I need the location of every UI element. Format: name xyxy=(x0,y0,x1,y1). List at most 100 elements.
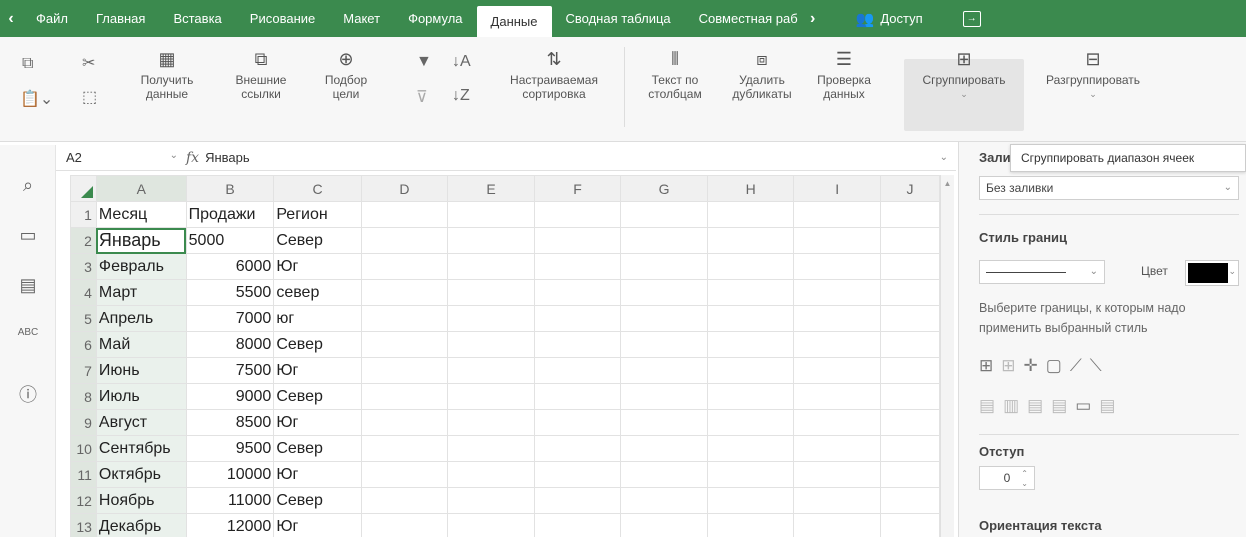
sort-descending-icon[interactable]: ↓Z xyxy=(452,87,470,105)
diagonal-up-icon[interactable]: ⟋ xyxy=(1070,356,1090,375)
cell-c[interactable]: Юг xyxy=(273,409,362,436)
row-header[interactable]: 8 xyxy=(70,383,97,410)
cell-empty[interactable] xyxy=(793,279,881,306)
cell-empty[interactable] xyxy=(793,305,881,332)
cell-a[interactable]: Май xyxy=(95,331,187,358)
custom-sort-button[interactable]: ⇅ Настраиваемая сортировка xyxy=(494,49,614,101)
cell-empty[interactable] xyxy=(706,357,795,384)
cell-c[interactable]: Север xyxy=(273,383,362,410)
cell-empty[interactable] xyxy=(620,253,708,280)
row-header[interactable]: 6 xyxy=(70,331,97,358)
cell-b[interactable]: 6000 xyxy=(185,253,275,280)
cell-empty[interactable] xyxy=(706,513,795,537)
ungroup-button[interactable]: ⊟ Разгруппировать ⌄ xyxy=(1028,49,1158,101)
cell-empty[interactable] xyxy=(533,513,622,537)
cell-empty[interactable] xyxy=(533,253,622,280)
access-button[interactable]: 👥 Доступ xyxy=(856,10,923,28)
cell-c[interactable]: Юг xyxy=(273,357,362,384)
cell-empty[interactable] xyxy=(360,409,449,436)
cell-empty[interactable] xyxy=(620,357,708,384)
cell-empty[interactable] xyxy=(706,435,795,462)
cell-empty[interactable] xyxy=(879,201,940,228)
cell-empty[interactable] xyxy=(879,357,940,384)
sort-ascending-icon[interactable]: ↓A xyxy=(452,53,471,71)
cell-c[interactable]: Регион xyxy=(273,201,362,228)
text-to-columns-button[interactable]: ⫴ Текст по столбцам xyxy=(634,49,716,101)
cell-empty[interactable] xyxy=(793,409,881,436)
cell-a[interactable]: Июнь xyxy=(95,357,187,384)
indent-stepper[interactable]: 0 ⌃ ⌄ xyxy=(979,466,1035,490)
column-header[interactable]: A xyxy=(95,175,187,202)
search-icon[interactable]: ⌕ xyxy=(0,175,56,196)
cell-empty[interactable] xyxy=(360,331,449,358)
cell-b[interactable]: 8500 xyxy=(185,409,275,436)
cell-empty[interactable] xyxy=(706,383,795,410)
cell-empty[interactable] xyxy=(447,253,535,280)
cell-c[interactable]: Юг xyxy=(273,253,362,280)
cell-empty[interactable] xyxy=(533,279,622,306)
cell-a[interactable]: Октябрь xyxy=(95,461,187,488)
cell-empty[interactable] xyxy=(793,513,881,537)
name-box-dropdown-icon[interactable]: ⌄ xyxy=(170,150,178,161)
cell-empty[interactable] xyxy=(793,331,881,358)
border-style-select[interactable]: ⌄ xyxy=(979,260,1105,284)
chat-icon[interactable]: ▤ xyxy=(0,275,56,296)
cell-empty[interactable] xyxy=(533,227,622,254)
cell-empty[interactable] xyxy=(533,409,622,436)
cell-empty[interactable] xyxy=(793,487,881,514)
row-header[interactable]: 10 xyxy=(70,435,97,462)
row-header[interactable]: 12 xyxy=(70,487,97,514)
cell-empty[interactable] xyxy=(447,487,535,514)
function-icon[interactable]: fx xyxy=(186,150,199,166)
cell-empty[interactable] xyxy=(360,383,449,410)
copy-icon[interactable]: ⧉ xyxy=(22,55,33,73)
cell-empty[interactable] xyxy=(447,383,535,410)
inner-borders-icon[interactable]: ⊞ xyxy=(1001,356,1023,375)
name-box[interactable]: A2 ⌄ xyxy=(56,150,186,165)
cell-empty[interactable] xyxy=(360,227,449,254)
row-header[interactable]: 13 xyxy=(70,513,97,537)
cell-a[interactable]: Декабрь xyxy=(95,513,187,537)
cell-empty[interactable] xyxy=(620,435,708,462)
cell-empty[interactable] xyxy=(879,409,940,436)
left-border-icon[interactable]: ▤ xyxy=(979,396,1003,415)
data-validation-button[interactable]: ☰ Проверка данных xyxy=(806,49,882,101)
cell-b[interactable]: 8000 xyxy=(185,331,275,358)
cell-empty[interactable] xyxy=(793,253,881,280)
cell-empty[interactable] xyxy=(447,331,535,358)
cell-empty[interactable] xyxy=(620,201,708,228)
cell-empty[interactable] xyxy=(447,227,535,254)
top-border-icon[interactable]: ▤ xyxy=(1051,396,1075,415)
cell-a[interactable]: Ноябрь xyxy=(95,487,187,514)
cell-empty[interactable] xyxy=(706,461,795,488)
cell-b[interactable]: Продажи xyxy=(185,201,275,228)
cell-b[interactable]: 9000 xyxy=(185,383,275,410)
vertical-scrollbar[interactable]: ▲ xyxy=(940,175,954,537)
cell-c[interactable]: Север xyxy=(273,487,362,514)
cell-empty[interactable] xyxy=(706,201,795,228)
remove-duplicates-button[interactable]: ⧈ Удалить дубликаты xyxy=(722,49,802,101)
cell-empty[interactable] xyxy=(879,227,940,254)
cell-empty[interactable] xyxy=(706,331,795,358)
all-borders-icon[interactable]: ⊞ xyxy=(979,356,1001,375)
cross-borders-icon[interactable]: ✛ xyxy=(1024,356,1046,375)
cell-empty[interactable] xyxy=(620,409,708,436)
filter-icon[interactable]: ▼ xyxy=(416,53,432,71)
color-picker[interactable]: ⌄ xyxy=(1185,260,1239,286)
comment-icon[interactable]: ▭ xyxy=(0,225,56,246)
cell-empty[interactable] xyxy=(533,461,622,488)
cell-empty[interactable] xyxy=(879,279,940,306)
group-button[interactable]: ⊞ Сгруппировать ⌄ xyxy=(904,49,1024,101)
cell-a[interactable]: Январь xyxy=(95,227,187,254)
cell-empty[interactable] xyxy=(620,279,708,306)
cell-empty[interactable] xyxy=(879,461,940,488)
row-header[interactable]: 4 xyxy=(70,279,97,306)
cell-c[interactable]: север xyxy=(273,279,362,306)
paste-icon[interactable]: 📋⌄ xyxy=(20,89,53,109)
cell-c[interactable]: Север xyxy=(273,227,362,254)
cell-c[interactable]: Юг xyxy=(273,513,362,537)
tab-pivot-table[interactable]: Сводная таблица xyxy=(552,0,685,37)
row-header[interactable]: 5 xyxy=(70,305,97,332)
cell-empty[interactable] xyxy=(533,331,622,358)
cell-empty[interactable] xyxy=(360,513,449,537)
